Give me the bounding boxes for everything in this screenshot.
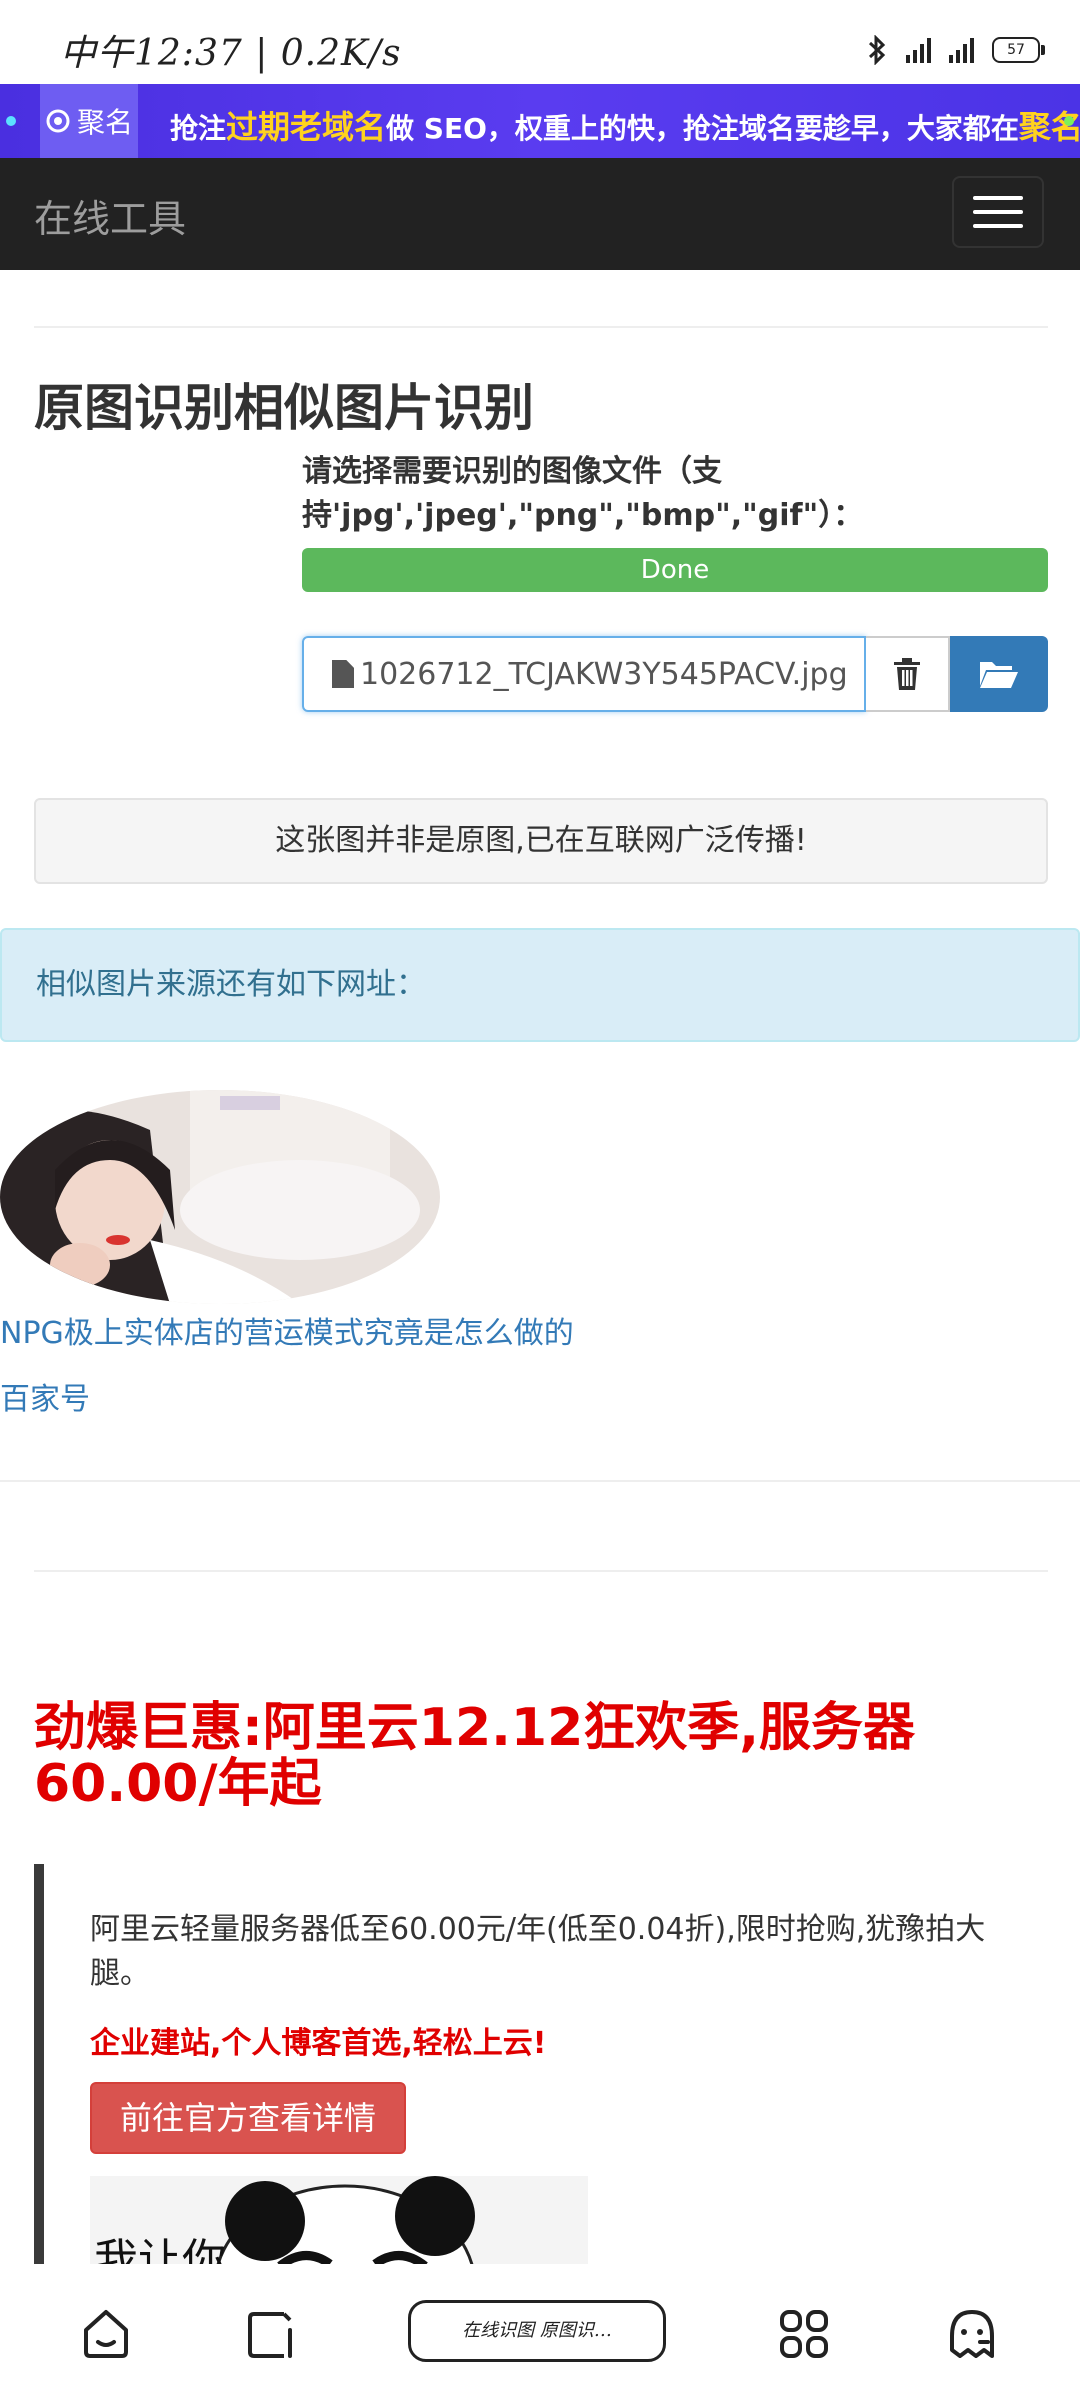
divider	[34, 1570, 1048, 1572]
folder-open-icon	[980, 662, 1018, 688]
tabs-icon[interactable]	[244, 2306, 300, 2362]
status-time: 中午12:37 | 0.2K/s	[60, 33, 402, 74]
file-name-field[interactable]: 1026712_TCJAKW3Y545PACV.jpg	[302, 636, 866, 712]
signal-icon	[906, 37, 931, 63]
apps-icon[interactable]	[776, 2306, 832, 2362]
banner-dot	[1064, 116, 1074, 126]
promo-image: 我让你	[90, 2176, 588, 2264]
assistant-icon[interactable]	[944, 2306, 1000, 2362]
progress-fill: Done	[302, 548, 1048, 592]
logo-icon	[46, 109, 70, 133]
trash-icon	[894, 658, 920, 690]
hamburger-bar	[973, 210, 1023, 214]
page-title: 原图识别相似图片识别	[34, 379, 534, 437]
hamburger-bar	[973, 224, 1023, 228]
ad-text: 抢注过期老域名做 SEO，权重上的快，抢注域名要趁早，大家都在聚名网！	[170, 102, 1080, 148]
banner-dot	[6, 116, 16, 126]
file-input-group: 1026712_TCJAKW3Y545PACV.jpg	[302, 636, 1048, 712]
bluetooth-icon	[868, 35, 886, 65]
status-icons: 57	[866, 30, 1045, 70]
navbar-brand[interactable]: 在线工具	[34, 188, 186, 243]
result-thumbnail[interactable]	[0, 1090, 440, 1304]
browse-file-button[interactable]	[950, 636, 1048, 712]
ad-text-highlight: 聚名网	[1018, 108, 1080, 146]
view-details-button[interactable]: 前往官方查看详情	[90, 2082, 407, 2154]
result-message: 这张图并非是原图,已在互联网广泛传播!	[34, 798, 1048, 884]
meme-caption: 我让你	[94, 2235, 226, 2264]
upload-progress-bar: Done	[302, 548, 1048, 592]
promo-block: 阿里云轻量服务器低至60.00元/年(低至0.04折),限时抢购,犹豫拍大腿。 …	[34, 1864, 1058, 2264]
signal-icon	[949, 37, 974, 63]
ad-text-part: 做 SEO，权重上的快，抢注域名要趁早，大家都在	[386, 112, 1019, 145]
home-icon[interactable]	[78, 2306, 134, 2362]
result-link-source[interactable]: 百家号	[0, 1374, 90, 1418]
similar-sources-alert: 相似图片来源还有如下网址：	[0, 928, 1080, 1042]
battery-icon: 57	[992, 37, 1045, 63]
ad-banner[interactable]: 聚名 抢注过期老域名做 SEO，权重上的快，抢注域名要趁早，大家都在聚名网！	[0, 84, 1080, 158]
ad-text-part: 抢注	[170, 112, 227, 145]
remove-file-button[interactable]	[866, 636, 950, 712]
navbar: 在线工具	[0, 158, 1080, 270]
hamburger-bar	[973, 196, 1023, 200]
promo-description: 阿里云轻量服务器低至60.00元/年(低至0.04折),限时抢购,犹豫拍大腿。	[90, 1912, 986, 1991]
ad-logo-text: 聚名	[76, 106, 133, 139]
promo-title: 劲爆巨惠:阿里云12.12狂欢季,服务器60.00/年起	[34, 1698, 916, 1814]
divider	[0, 1480, 1080, 1482]
file-icon	[332, 660, 354, 688]
ad-logo: 聚名	[40, 84, 138, 158]
upload-label: 请选择需要识别的图像文件（支持'jpg','jpeg',"png","bmp",…	[302, 454, 864, 533]
divider	[34, 326, 1048, 328]
result-link-title[interactable]: NPG极上实体店的营运模式究竟是怎么做的	[0, 1308, 574, 1352]
status-bar: 中午12:37 | 0.2K/s 57	[0, 0, 1080, 84]
menu-toggle-button[interactable]	[952, 176, 1044, 248]
browser-bottom-nav: 在线识图 原图识…	[0, 2266, 1080, 2400]
file-name-text: 1026712_TCJAKW3Y545PACV.jpg	[360, 656, 848, 692]
current-tab-pill[interactable]: 在线识图 原图识…	[408, 2300, 666, 2362]
promo-subtitle: 企业建站,个人博客首选,轻松上云!	[90, 2026, 547, 2061]
ad-text-highlight: 过期老域名	[226, 108, 387, 146]
